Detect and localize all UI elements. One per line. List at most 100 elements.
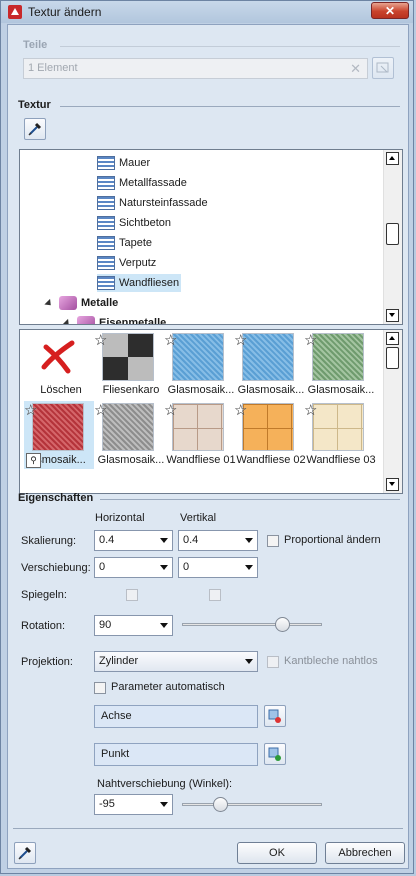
teile-pick-button[interactable]: [372, 57, 394, 79]
verschiebung-v-value: 0: [183, 561, 190, 573]
favorite-star-icon[interactable]: ☆: [304, 401, 317, 419]
texture-tree[interactable]: Mauer Metallfassade Natursteinfassade Sicht…: [19, 149, 403, 325]
window-title: Textur ändern: [28, 5, 102, 19]
gallery-scrollbar[interactable]: [383, 330, 402, 493]
skalierung-v-combo[interactable]: 0.4: [178, 530, 258, 551]
magnify-icon[interactable]: ⚲: [26, 453, 41, 468]
footer-pipette-button[interactable]: [14, 842, 36, 864]
tree-item[interactable]: Metalle: [44, 294, 118, 312]
tree-item-label: Mauer: [119, 157, 151, 169]
tree-item[interactable]: Mauer: [97, 154, 150, 172]
ok-button[interactable]: OK: [237, 842, 317, 864]
texture-caption: Glasmosaik...: [167, 384, 235, 396]
texture-gallery[interactable]: Löschen ☆ Fliesenkaro ☆ Glasmosaik... ☆ Glasmo…: [19, 329, 403, 494]
favorite-star-icon[interactable]: ☆: [234, 401, 247, 419]
teile-input[interactable]: 1 Element ✕: [23, 58, 368, 79]
punkt-pick-button[interactable]: [264, 743, 286, 765]
abbrechen-button[interactable]: Abbrechen: [325, 842, 405, 864]
tree-item[interactable]: Tapete: [97, 234, 152, 252]
verschiebung-h-combo[interactable]: 0: [94, 557, 173, 578]
naht-slider-track[interactable]: [182, 803, 322, 806]
tree-item[interactable]: Metallfassade: [97, 174, 187, 192]
rotation-combo[interactable]: 90: [94, 615, 173, 636]
skalierung-label: Skalierung:: [21, 535, 77, 547]
tree-item[interactable]: Eisenmetalle: [62, 314, 167, 325]
textur-divider: [60, 106, 400, 107]
gallery-scroll-down[interactable]: [386, 478, 399, 491]
rotation-slider-thumb[interactable]: [275, 617, 290, 632]
tree-item[interactable]: Sichtbeton: [97, 214, 171, 232]
texture-tile[interactable]: ☆ Wandfliese 02: [234, 401, 306, 469]
favorite-star-icon[interactable]: ☆: [234, 331, 247, 349]
punkt-field[interactable]: Punkt: [94, 743, 258, 766]
texture-tile[interactable]: ☆ Wandfliese 03: [304, 401, 376, 469]
kantbleche-label: Kantbleche nahtlos: [284, 655, 378, 667]
achse-pick-button[interactable]: [264, 705, 286, 727]
texture-list-icon: [97, 196, 115, 211]
eigenschaften-heading: Eigenschaften: [18, 492, 94, 504]
spiegeln-v-checkbox[interactable]: [209, 589, 221, 601]
texture-tile[interactable]: Löschen: [24, 331, 94, 399]
proportional-checkbox[interactable]: [267, 535, 279, 547]
texture-caption: Wandfliese 02: [236, 454, 306, 466]
texture-thumbnail: [172, 403, 224, 451]
naht-value: -95: [99, 798, 115, 810]
textur-pipette-button[interactable]: [24, 118, 46, 140]
texture-tile[interactable]: ☆ Glasmosaik...: [94, 401, 164, 469]
verschiebung-label: Verschiebung:: [21, 562, 91, 574]
tree-scroll-up[interactable]: [386, 152, 399, 165]
texture-tile[interactable]: ☆ Fliesenkaro: [94, 331, 164, 399]
texture-tile[interactable]: ☆ Glasmosaik...: [164, 331, 234, 399]
dropdown-arrow-icon: [160, 802, 168, 807]
arrow-down-icon: [389, 313, 395, 317]
texture-thumbnail: [242, 403, 294, 451]
naht-combo[interactable]: -95: [94, 794, 173, 815]
verschiebung-h-value: 0: [99, 561, 106, 573]
verschiebung-v-combo[interactable]: 0: [178, 557, 258, 578]
favorite-star-icon[interactable]: ☆: [164, 331, 177, 349]
favorite-star-icon[interactable]: ☆: [94, 401, 107, 419]
favorite-star-icon[interactable]: ☆: [24, 401, 37, 419]
tree-scroll-thumb[interactable]: [386, 223, 399, 245]
close-button[interactable]: ✕: [371, 2, 409, 19]
achse-field[interactable]: Achse: [94, 705, 258, 728]
expand-arrow-icon[interactable]: [62, 318, 72, 324]
skalierung-h-value: 0.4: [99, 534, 115, 546]
gallery-scroll-thumb[interactable]: [386, 347, 399, 369]
parameter-checkbox[interactable]: [94, 682, 106, 694]
kantbleche-checkbox[interactable]: [267, 656, 279, 668]
texture-tile[interactable]: ☆ Glasmosaik...: [234, 331, 304, 399]
skalierung-v-value: 0.4: [183, 534, 199, 546]
spiegeln-h-checkbox[interactable]: [126, 589, 138, 601]
skalierung-h-combo[interactable]: 0.4: [94, 530, 173, 551]
favorite-star-icon[interactable]: ☆: [94, 331, 107, 349]
favorite-star-icon[interactable]: ☆: [164, 401, 177, 419]
favorite-star-icon[interactable]: ☆: [304, 331, 317, 349]
tree-scrollbar[interactable]: [383, 150, 402, 324]
rotation-slider-track[interactable]: [182, 623, 322, 626]
expand-arrow-icon[interactable]: [44, 298, 54, 308]
tree-item[interactable]: Verputz: [97, 254, 156, 272]
texture-list-icon: [97, 276, 115, 291]
texture-list-icon: [97, 236, 115, 251]
dropdown-arrow-icon: [160, 623, 168, 628]
texture-tile[interactable]: ☆ Wandfliese 01: [164, 401, 236, 469]
tree-item[interactable]: Wandfliesen: [97, 274, 182, 292]
naht-slider-thumb[interactable]: [213, 797, 228, 812]
texture-tile[interactable]: ☆ smosaik... ⚲: [24, 401, 94, 469]
projektion-value: Zylinder: [99, 655, 139, 667]
title-bar[interactable]: Textur ändern ✕: [1, 1, 413, 23]
tree-item-label: Eisenmetalle: [99, 317, 167, 325]
texture-caption: Wandfliese 01: [166, 454, 236, 466]
texture-list-icon: [97, 256, 115, 271]
app-icon: [8, 5, 22, 19]
tree-item[interactable]: Natursteinfassade: [97, 194, 208, 212]
texture-tile[interactable]: ☆ Glasmosaik...: [304, 331, 374, 399]
tree-scroll-down[interactable]: [386, 309, 399, 322]
dropdown-arrow-icon: [245, 538, 253, 543]
rotation-value: 90: [99, 619, 112, 631]
projektion-combo[interactable]: Zylinder: [94, 651, 258, 672]
gallery-scroll-up[interactable]: [386, 332, 399, 345]
rotation-label: Rotation:: [21, 620, 66, 632]
texture-thumbnail: [312, 403, 364, 451]
